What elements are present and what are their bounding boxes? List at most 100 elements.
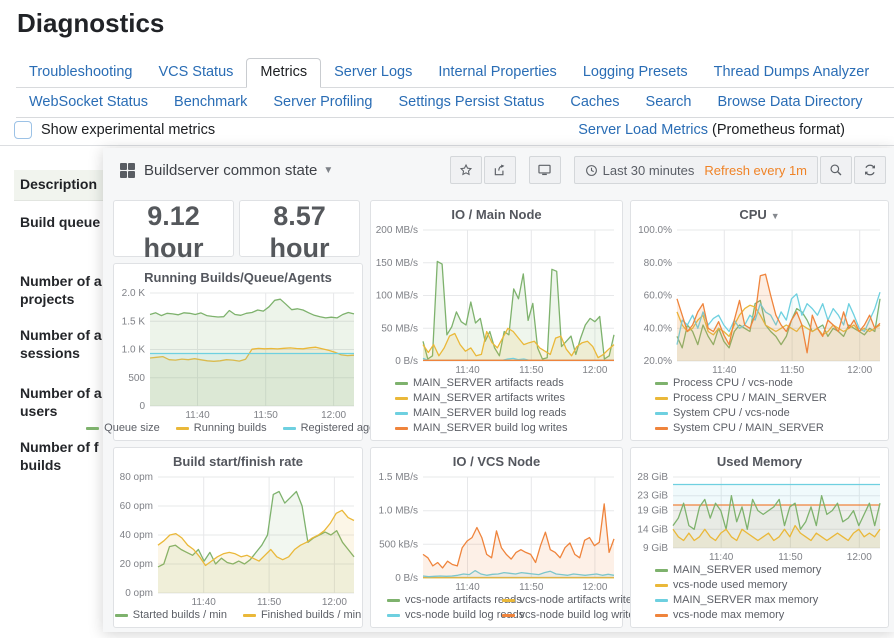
refresh-icon <box>863 163 877 177</box>
time-range-button[interactable]: Last 30 minutes Refresh every 1m <box>574 156 818 184</box>
tab-internal-properties[interactable]: Internal Properties <box>425 59 569 87</box>
used-memory-chart[interactable]: 9 GiB14 GiB19 GiB23 GiB28 GiB11:4011:501… <box>631 470 888 563</box>
apps-grid-icon[interactable] <box>120 163 135 178</box>
io-vcs-node-chart[interactable]: 0 B/s500 kB/s1.0 MB/s1.5 MB/s11:4011:501… <box>371 470 622 593</box>
svg-text:100 MB/s: 100 MB/s <box>376 291 418 302</box>
page-title: Diagnostics <box>17 8 164 39</box>
tab-metrics[interactable]: Metrics <box>246 58 321 88</box>
build-rate-chart[interactable]: 0 opm20 opm40 opm60 opm80 opm11:4011:501… <box>114 470 362 608</box>
panel-io-main-node: IO / Main Node 0 B/s50 MB/s100 MB/s150 M… <box>370 200 623 441</box>
tv-mode-button[interactable] <box>529 156 561 184</box>
tab-server-logs[interactable]: Server Logs <box>321 59 425 87</box>
legend-item-system-cpu-main-server[interactable]: System CPU / MAIN_SERVER <box>655 422 882 434</box>
svg-text:12:00: 12:00 <box>321 410 346 421</box>
svg-text:9 GiB: 9 GiB <box>643 543 668 554</box>
svg-text:23 GiB: 23 GiB <box>637 491 668 502</box>
legend-item-running-builds[interactable]: Running builds <box>176 422 267 434</box>
chevron-down-icon[interactable]: ▼ <box>771 211 780 221</box>
panel-secondary-node-uptime[interactable]: Secondary node u... 8.57 hour <box>239 200 360 257</box>
panel-title[interactable]: CPU▼ <box>631 201 888 223</box>
controls-row: Show experimental metrics Server Load Me… <box>14 120 894 146</box>
refresh-button[interactable] <box>854 156 886 184</box>
server-load-metrics: Server Load Metrics (Prometheus format) <box>578 122 845 138</box>
legend-item-main-server-build-log-reads[interactable]: MAIN_SERVER build log reads <box>395 407 616 419</box>
tab-thread-dumps-analyzer[interactable]: Thread Dumps Analyzer <box>701 59 883 87</box>
tabs-row-1: TroubleshootingVCS StatusMetricsServer L… <box>16 57 894 88</box>
legend-item-vcs-node-used-memory[interactable]: vcs-node used memory <box>655 579 882 591</box>
svg-text:0: 0 <box>139 401 145 412</box>
share-button[interactable] <box>484 156 516 184</box>
chevron-down-icon[interactable]: ▼ <box>323 165 333 176</box>
panel-title[interactable]: Build start/finish rate <box>114 448 362 470</box>
legend-item-started-builds-min[interactable]: Started builds / min <box>115 609 227 621</box>
legend-item-main-server-used-memory[interactable]: MAIN_SERVER used memory <box>655 564 882 576</box>
panel-title[interactable]: IO / VCS Node <box>371 448 622 470</box>
tab-server-profiling[interactable]: Server Profiling <box>260 89 385 117</box>
tabs-row-2: WebSocket StatusBenchmarkServer Profilin… <box>16 88 894 118</box>
svg-text:19 GiB: 19 GiB <box>637 506 668 517</box>
legend-item-finished-builds-min[interactable]: Finished builds / min <box>243 609 361 621</box>
legend-item-process-cpu-vcs-node[interactable]: Process CPU / vcs-node <box>655 377 882 389</box>
table-row: Number of ausers <box>20 384 104 420</box>
svg-text:11:50: 11:50 <box>780 365 805 376</box>
legend-item-main-server-artifacts-reads[interactable]: MAIN_SERVER artifacts reads <box>395 377 616 389</box>
panel-main-node-uptime[interactable]: Main node uptime 9.12 hour <box>113 200 234 257</box>
cpu-chart[interactable]: 20.0%40.0%60.0%80.0%100.0%11:4011:5012:0… <box>631 223 888 376</box>
monitor-icon <box>537 163 552 177</box>
star-button[interactable] <box>450 156 482 184</box>
table-row: Number of aprojects <box>20 272 104 308</box>
svg-text:0 B/s: 0 B/s <box>395 356 418 367</box>
tab-logging-presets[interactable]: Logging Presets <box>570 59 701 87</box>
tab-vcs-status[interactable]: VCS Status <box>145 59 246 87</box>
legend-item-process-cpu-main-server[interactable]: Process CPU / MAIN_SERVER <box>655 392 882 404</box>
tab-browse-data-directory[interactable]: Browse Data Directory <box>705 89 876 117</box>
svg-text:11:50: 11:50 <box>254 410 279 421</box>
tab-troubleshooting[interactable]: Troubleshooting <box>16 59 145 87</box>
legend-item-vcs-node-build-log-reads[interactable]: vcs-node build log reads <box>387 609 502 621</box>
panel-cpu: CPU▼ 20.0%40.0%60.0%80.0%100.0%11:4011:5… <box>630 200 889 441</box>
panel-title[interactable]: IO / Main Node <box>371 201 622 223</box>
tab-websocket-status[interactable]: WebSocket Status <box>16 89 161 117</box>
refresh-interval-label[interactable]: Refresh every 1m <box>704 163 807 178</box>
show-experimental-checkbox[interactable] <box>14 121 32 139</box>
star-icon <box>459 163 473 177</box>
tab-benchmark[interactable]: Benchmark <box>161 89 260 117</box>
svg-text:100.0%: 100.0% <box>638 225 672 236</box>
table-row: Number of asessions <box>20 326 104 362</box>
svg-text:500: 500 <box>128 373 145 384</box>
legend-item-main-server-build-log-writes[interactable]: MAIN_SERVER build log writes <box>395 422 616 434</box>
dashboard-title[interactable]: Buildserver common state <box>144 162 317 179</box>
tab-search[interactable]: Search <box>633 89 705 117</box>
panel-title[interactable]: Used Memory <box>631 448 888 470</box>
legend-item-queue-size[interactable]: Queue size <box>86 422 160 434</box>
panel-used-memory: Used Memory 9 GiB14 GiB19 GiB23 GiB28 Gi… <box>630 447 889 628</box>
running-builds-chart[interactable]: 05001.0 K1.5 K2.0 K11:4011:5012:00 <box>114 286 362 421</box>
legend-item-main-server-artifacts-writes[interactable]: MAIN_SERVER artifacts writes <box>395 392 616 404</box>
svg-text:11:40: 11:40 <box>185 410 210 421</box>
server-load-metrics-link[interactable]: Server Load Metrics <box>578 122 708 138</box>
svg-text:11:40: 11:40 <box>455 582 480 593</box>
svg-text:14 GiB: 14 GiB <box>637 524 668 535</box>
panel-title[interactable]: Running Builds/Queue/Agents <box>114 264 362 286</box>
singlestat-title: Secondary node u... <box>245 193 354 200</box>
legend-item-system-cpu-vcs-node[interactable]: System CPU / vcs-node <box>655 407 882 419</box>
clock-icon <box>585 164 598 177</box>
show-experimental-label[interactable]: Show experimental metrics <box>41 122 215 138</box>
singlestat-value: 9.12 hour <box>114 200 233 264</box>
legend-item-main-server-max-memory[interactable]: MAIN_SERVER max memory <box>655 594 882 606</box>
io-main-node-chart[interactable]: 0 B/s50 MB/s100 MB/s150 MB/s200 MB/s11:4… <box>371 223 622 376</box>
zoom-out-button[interactable] <box>820 156 852 184</box>
tab-settings-persist-status[interactable]: Settings Persist Status <box>386 89 558 117</box>
page-divider <box>0 145 894 146</box>
svg-text:12:00: 12:00 <box>847 552 872 563</box>
legend-item-vcs-node-artifacts-writes[interactable]: vcs-node artifacts writes <box>502 594 617 606</box>
legend-item-vcs-node-max-memory[interactable]: vcs-node max memory <box>655 609 882 621</box>
legend-item-vcs-node-artifacts-reads[interactable]: vcs-node artifacts reads <box>387 594 502 606</box>
legend-item-vcs-node-build-log-writes[interactable]: vcs-node build log writes <box>502 609 617 621</box>
svg-text:200 MB/s: 200 MB/s <box>376 225 418 236</box>
tab-caches[interactable]: Caches <box>557 89 632 117</box>
panel-running-builds-queue-agents: Running Builds/Queue/Agents 05001.0 K1.5… <box>113 263 363 441</box>
svg-text:0 opm: 0 opm <box>125 588 153 599</box>
dashboard-header: Buildserver common state ▼ Last 30 minut… <box>103 148 894 192</box>
table-row: Number of fbuilds <box>20 438 104 474</box>
